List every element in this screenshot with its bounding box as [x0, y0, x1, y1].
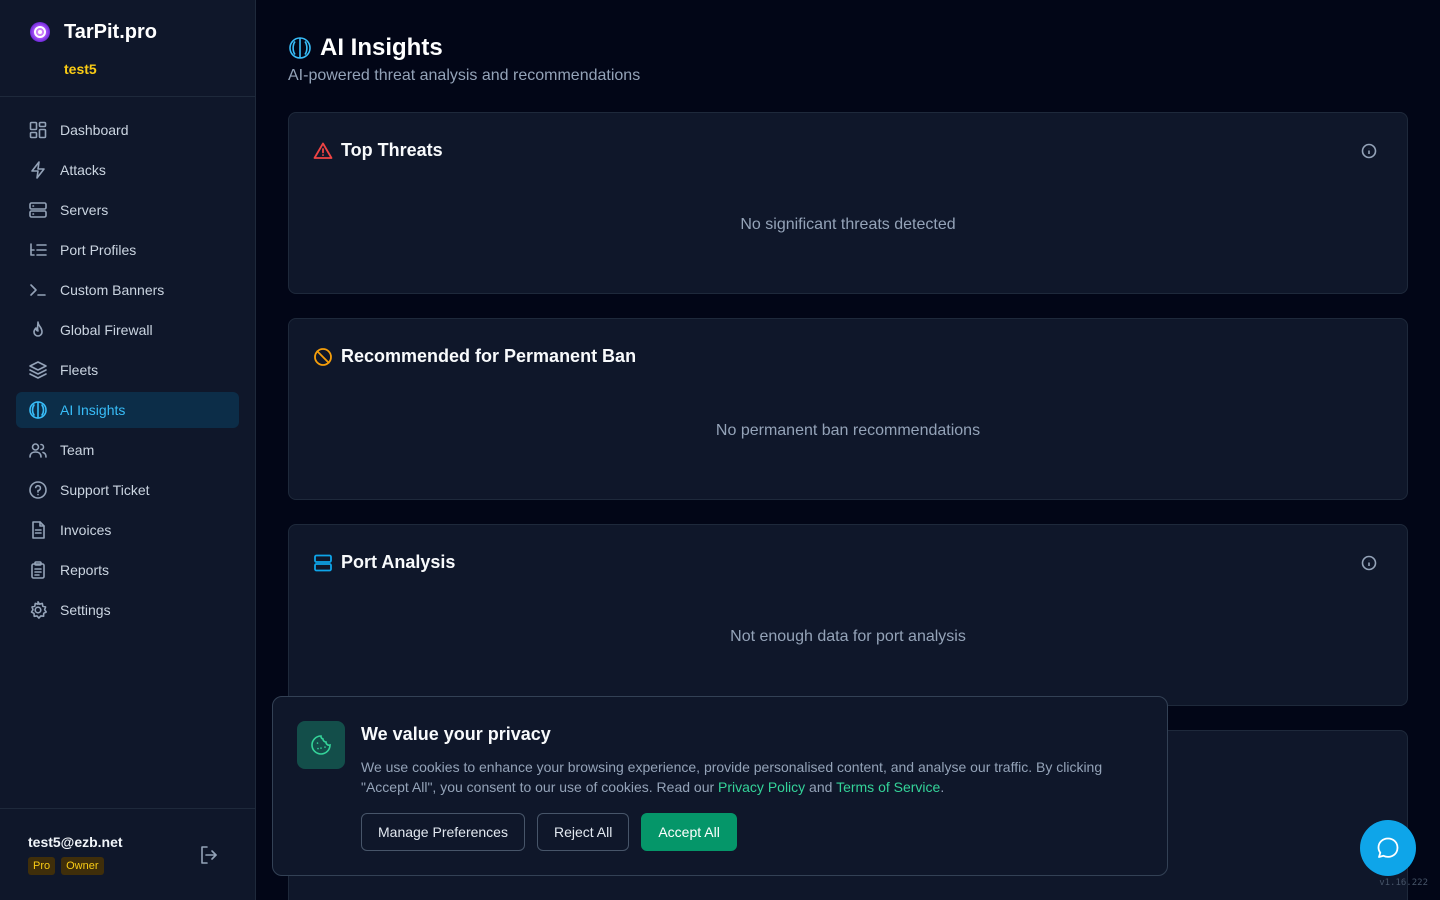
sidebar-item-label: Reports — [60, 562, 110, 578]
sidebar-item-reports[interactable]: Reports — [16, 552, 239, 588]
sidebar-item-custom-banners[interactable]: Custom Banners — [16, 272, 239, 308]
sidebar-item-label: Global Firewall — [60, 322, 153, 338]
accept-all-button[interactable]: Accept All — [641, 813, 737, 851]
divider — [0, 808, 255, 809]
cookie-icon — [297, 721, 345, 769]
server-icon — [28, 200, 48, 220]
brand-logo-icon — [30, 22, 50, 42]
sidebar-item-label: Support Ticket — [60, 482, 150, 498]
file-text-icon — [28, 520, 48, 540]
sidebar-item-team[interactable]: Team — [16, 432, 239, 468]
brain-icon — [28, 400, 48, 420]
version-label: v1.16.222 — [1379, 878, 1428, 888]
user-badges: Pro Owner — [28, 857, 104, 875]
workspace-name: test5 — [64, 61, 97, 77]
sidebar-item-fleets[interactable]: Fleets — [16, 352, 239, 388]
cookie-text: We use cookies to enhance your browsing … — [361, 757, 1121, 797]
server-icon — [313, 553, 333, 573]
sidebar-item-label: AI Insights — [60, 402, 126, 418]
empty-state-text: Not enough data for port analysis — [730, 628, 966, 645]
manage-preferences-button[interactable]: Manage Preferences — [361, 813, 525, 851]
card-title: Port Analysis — [341, 552, 456, 572]
role-badge: Owner — [61, 857, 104, 875]
sidebar-item-servers[interactable]: Servers — [16, 192, 239, 228]
cookie-text-and: and — [805, 779, 837, 795]
card-title: Recommended for Permanent Ban — [341, 346, 637, 366]
sidebar-item-label: Port Profiles — [60, 242, 137, 258]
empty-state-text: No permanent ban recommendations — [715, 422, 981, 439]
sidebar: TarPit.pro test5 Dashboard Attacks Serve… — [0, 0, 256, 900]
brain-icon — [289, 37, 311, 59]
divider — [0, 96, 255, 97]
sidebar-item-label: Dashboard — [60, 122, 129, 138]
card-title: Top Threats — [341, 140, 443, 160]
sidebar-item-attacks[interactable]: Attacks — [16, 152, 239, 188]
flame-icon — [28, 320, 48, 340]
plan-badge: Pro — [28, 857, 56, 875]
sidebar-item-label: Settings — [60, 602, 111, 618]
users-icon — [28, 440, 48, 460]
sidebar-nav: Dashboard Attacks Servers Port Profiles … — [16, 112, 239, 632]
clipboard-icon — [28, 560, 48, 580]
cookie-title: We value your privacy — [361, 724, 551, 744]
sidebar-item-label: Servers — [60, 202, 109, 218]
gear-icon — [28, 600, 48, 620]
logout-icon — [201, 846, 217, 864]
brand[interactable]: TarPit.pro — [28, 20, 157, 44]
lightning-icon — [28, 160, 48, 180]
page-title: AI Insights — [320, 34, 443, 61]
list-tree-icon — [28, 240, 48, 260]
reject-all-button[interactable]: Reject All — [536, 813, 630, 851]
privacy-policy-link[interactable]: Privacy Policy — [718, 779, 805, 795]
sidebar-item-port-profiles[interactable]: Port Profiles — [16, 232, 239, 268]
info-icon — [1361, 143, 1377, 159]
empty-state-text: No significant threats detected — [740, 216, 956, 233]
brand-name: TarPit.pro — [64, 20, 157, 43]
sidebar-item-label: Attacks — [60, 162, 106, 178]
sidebar-item-dashboard[interactable]: Dashboard — [16, 112, 239, 148]
sidebar-item-support-ticket[interactable]: Support Ticket — [16, 472, 239, 508]
card-header: Top Threats — [313, 140, 443, 161]
help-circle-icon — [28, 480, 48, 500]
page-subtitle: AI-powered threat analysis and recommend… — [288, 67, 641, 84]
cookie-banner: We value your privacy We use cookies to … — [272, 696, 1168, 876]
sidebar-item-settings[interactable]: Settings — [16, 592, 239, 628]
user-email: test5@ezb.net — [28, 834, 123, 850]
info-button[interactable] — [1361, 555, 1377, 571]
permanent-ban-card: Recommended for Permanent Ban No permane… — [288, 318, 1408, 500]
info-icon — [1361, 555, 1377, 571]
chat-button[interactable] — [1360, 820, 1416, 876]
page-header: AI Insights — [288, 34, 443, 62]
layers-icon — [28, 360, 48, 380]
alert-triangle-icon — [313, 141, 333, 161]
top-threats-card: Top Threats No significant threats detec… — [288, 112, 1408, 294]
sidebar-item-label: Fleets — [60, 362, 99, 378]
cookie-text-end: . — [940, 779, 945, 795]
ban-icon — [313, 347, 333, 367]
sidebar-item-label: Custom Banners — [60, 282, 165, 298]
chat-bubble-icon — [1377, 837, 1399, 858]
card-header: Recommended for Permanent Ban — [313, 346, 636, 367]
sidebar-item-label: Invoices — [60, 522, 112, 538]
logout-button[interactable] — [198, 844, 220, 866]
card-header: Port Analysis — [313, 552, 455, 573]
sidebar-item-label: Team — [60, 442, 95, 458]
cookie-actions: Manage Preferences Reject All Accept All — [361, 813, 737, 851]
sidebar-item-ai-insights[interactable]: AI Insights — [16, 392, 239, 428]
terms-of-service-link[interactable]: Terms of Service — [836, 779, 940, 795]
sidebar-item-invoices[interactable]: Invoices — [16, 512, 239, 548]
info-button[interactable] — [1361, 143, 1377, 159]
port-analysis-card: Port Analysis Not enough data for port a… — [288, 524, 1408, 706]
sidebar-item-global-firewall[interactable]: Global Firewall — [16, 312, 239, 348]
grid-icon — [28, 120, 48, 140]
terminal-icon — [28, 280, 48, 300]
